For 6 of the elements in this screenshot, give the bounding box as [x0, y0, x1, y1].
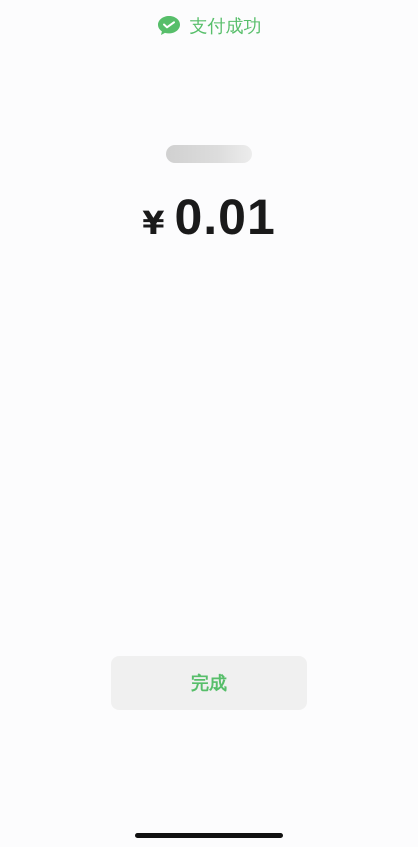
header-title: 支付成功	[190, 15, 262, 38]
chat-check-icon	[156, 15, 180, 37]
payment-amount: 0.01	[174, 188, 276, 246]
currency-symbol: ¥	[142, 204, 164, 242]
home-indicator[interactable]	[135, 833, 283, 838]
done-button[interactable]: 完成	[111, 656, 307, 710]
